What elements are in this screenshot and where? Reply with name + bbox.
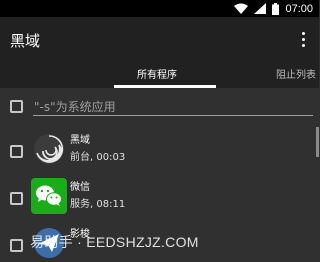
app-checkbox[interactable]: [10, 239, 23, 252]
app-bar: 黑域: [0, 17, 319, 61]
brevent-swirl-icon: [34, 134, 64, 164]
tab-block-list[interactable]: 阻止列表: [276, 66, 316, 81]
app-status: 前台, 00:03: [70, 152, 126, 163]
app-title: 黑域: [10, 32, 41, 50]
app-status: 服务, 08:11: [70, 199, 126, 210]
filter-underline: [33, 115, 313, 116]
filter-checkbox[interactable]: [10, 100, 23, 113]
list-item[interactable]: 黑域 前台, 00:03: [0, 128, 319, 174]
watermark: 易助手 · EEDSHZJZ.COM: [30, 228, 199, 256]
list-item[interactable]: 微信 服务, 08:11: [0, 175, 319, 221]
filter-row: "-s"为系统应用: [0, 88, 319, 124]
tab-all-apps[interactable]: 所有程序: [137, 66, 177, 81]
battery-icon: [272, 2, 280, 15]
app-checkbox[interactable]: [10, 145, 23, 158]
app-name: 微信: [70, 182, 90, 193]
scrollbar-thumb[interactable]: [316, 127, 319, 157]
wifi-icon: [234, 3, 249, 14]
app-checkbox[interactable]: [10, 192, 23, 205]
status-time: 07:00: [285, 2, 313, 15]
filter-input[interactable]: "-s"为系统应用: [34, 98, 116, 115]
signal-icon: [254, 3, 267, 14]
watermark-text: 易助手 · EEDSHZJZ.COM: [30, 234, 199, 250]
app-name: 黑域: [70, 135, 90, 146]
wechat-icon: [31, 178, 67, 214]
status-icons: 07:00: [234, 1, 313, 16]
overflow-menu-icon[interactable]: [295, 29, 311, 49]
status-bar: 07:00: [0, 0, 319, 17]
tab-bar: 所有程序 阻止列表: [0, 61, 319, 88]
